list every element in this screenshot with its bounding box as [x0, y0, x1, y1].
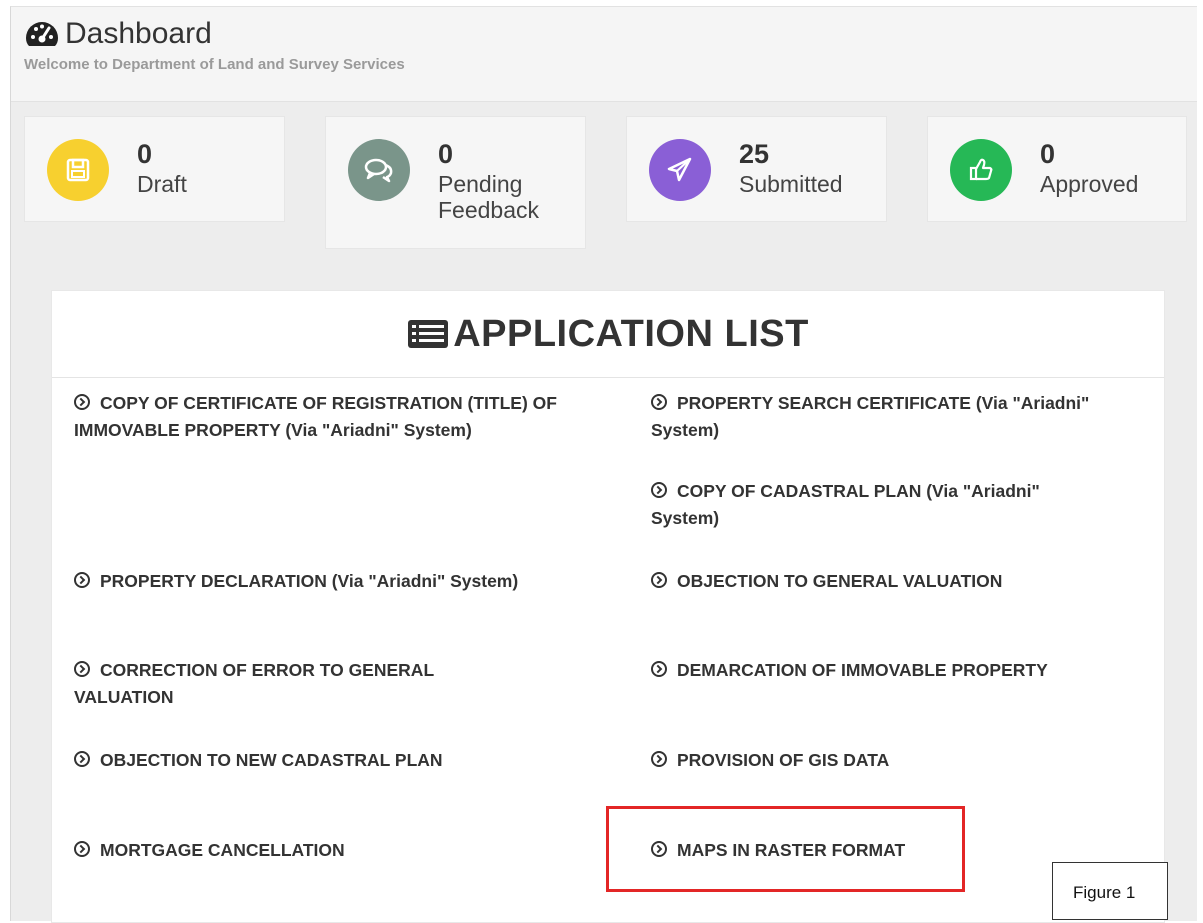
- title-row: Dashboard: [25, 17, 212, 51]
- circle-chevron-right-icon: [651, 572, 667, 588]
- page-header: Dashboard Welcome to Department of Land …: [11, 7, 1197, 102]
- thumbs-up-icon: [950, 139, 1012, 201]
- application-link-label: OBJECTION TO GENERAL VALUATION: [677, 571, 1003, 591]
- stat-card-approved[interactable]: 0 Approved: [927, 116, 1187, 222]
- stat-card-submitted[interactable]: 25 Submitted: [626, 116, 887, 222]
- circle-chevron-right-icon: [74, 572, 90, 588]
- application-link-label: PROPERTY SEARCH CERTIFICATE (Via "Ariadn…: [651, 393, 1090, 440]
- floppy-disk-icon: [47, 139, 109, 201]
- application-link-label: COPY OF CADASTRAL PLAN (Via "Ariadni" Sy…: [651, 481, 1040, 528]
- application-link-objection-general-valuation[interactable]: OBJECTION TO GENERAL VALUATION: [651, 568, 1151, 595]
- application-link-provision-gis-data[interactable]: PROVISION OF GIS DATA: [651, 747, 1151, 774]
- page-subtitle: Welcome to Department of Land and Survey…: [24, 56, 405, 73]
- circle-chevron-right-icon: [74, 841, 90, 857]
- application-link-label: DEMARCATION OF IMMOVABLE PROPERTY: [677, 660, 1048, 680]
- application-link-mortgage-cancellation[interactable]: MORTGAGE CANCELLATION: [74, 837, 574, 864]
- application-link-label: COPY OF CERTIFICATE OF REGISTRATION (TIT…: [74, 393, 557, 440]
- stat-label: Draft: [137, 171, 187, 197]
- stat-card-draft[interactable]: 0 Draft: [24, 116, 285, 222]
- tachometer-icon: [26, 22, 58, 46]
- circle-chevron-right-icon: [651, 661, 667, 677]
- page-title: Dashboard: [65, 17, 212, 50]
- application-link-label: PROVISION OF GIS DATA: [677, 750, 890, 770]
- circle-chevron-right-icon: [74, 661, 90, 677]
- highlight-box: [606, 806, 965, 892]
- application-link-demarcation-immovable-property[interactable]: DEMARCATION OF IMMOVABLE PROPERTY: [651, 657, 1151, 684]
- stat-value: 0: [1040, 139, 1056, 169]
- application-link-property-declaration[interactable]: PROPERTY DECLARATION (Via "Ariadni" Syst…: [74, 568, 594, 595]
- application-link-copy-certificate-registration[interactable]: COPY OF CERTIFICATE OF REGISTRATION (TIT…: [74, 390, 574, 444]
- circle-chevron-right-icon: [74, 394, 90, 410]
- comments-icon: [348, 139, 410, 201]
- application-link-property-search-certificate[interactable]: PROPERTY SEARCH CERTIFICATE (Via "Ariadn…: [651, 390, 1151, 444]
- application-list-title: APPLICATION LIST: [453, 312, 809, 355]
- dashboard-page: Dashboard Welcome to Department of Land …: [10, 6, 1197, 923]
- application-link-correction-error-general-valuation[interactable]: CORRECTION OF ERROR TO GENERAL VALUATION: [74, 657, 514, 711]
- circle-chevron-right-icon: [651, 394, 667, 410]
- circle-chevron-right-icon: [651, 751, 667, 767]
- stat-label: Submitted: [739, 171, 843, 197]
- figure-caption: Figure 1: [1052, 862, 1168, 920]
- circle-chevron-right-icon: [651, 482, 667, 498]
- paper-plane-icon: [649, 139, 711, 201]
- application-link-copy-cadastral-plan[interactable]: COPY OF CADASTRAL PLAN (Via "Ariadni" Sy…: [651, 478, 1111, 532]
- application-link-label: MORTGAGE CANCELLATION: [100, 840, 345, 860]
- application-link-label: PROPERTY DECLARATION (Via "Ariadni" Syst…: [100, 571, 519, 591]
- stat-value: 25: [739, 139, 770, 169]
- stat-label: Pending Feedback: [438, 171, 539, 223]
- application-link-label: OBJECTION TO NEW CADASTRAL PLAN: [100, 750, 443, 770]
- stat-card-pending-feedback[interactable]: 0 Pending Feedback: [325, 116, 586, 249]
- list-alt-icon: [408, 320, 449, 348]
- application-link-label: CORRECTION OF ERROR TO GENERAL VALUATION: [74, 660, 434, 707]
- stat-label-line: Pending: [438, 171, 523, 197]
- application-list-header: APPLICATION LIST: [52, 291, 1164, 378]
- stat-label-line: Feedback: [438, 197, 540, 223]
- stat-value: 0: [137, 139, 153, 169]
- circle-chevron-right-icon: [74, 751, 90, 767]
- application-link-objection-new-cadastral-plan[interactable]: OBJECTION TO NEW CADASTRAL PLAN: [74, 747, 574, 774]
- stat-label: Approved: [1040, 171, 1139, 197]
- stat-value: 0: [438, 139, 454, 169]
